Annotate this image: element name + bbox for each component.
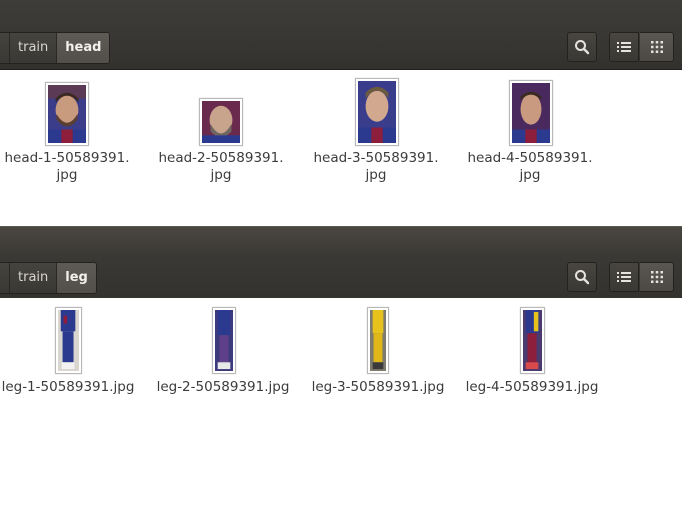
path-crumb-train[interactable]: train [10,263,58,293]
search-icon [575,270,590,285]
search-button[interactable] [567,32,597,62]
grid-view-button[interactable] [640,262,674,292]
file-name-ext: jpg [210,167,232,183]
file-manager-window-leg: train leg leg-1-50589391.jpg leg-2-50589… [0,226,682,522]
file-name-ext: jpg [56,167,78,183]
file-name: leg-3-50589391.jpg [311,379,445,395]
path-crumb-head[interactable]: head [57,33,110,63]
file-name: leg-4-50589391.jpg [465,379,599,395]
file-name: leg-2-50589391.jpg [156,379,290,395]
file-name-ext: jpg [365,167,387,183]
leg-photo-icon [367,307,389,374]
face-photo-icon [509,80,553,146]
grid-view-icon [650,41,663,53]
leg-photo-icon [55,307,82,374]
file-name: head-2-50589391. [158,150,284,166]
path-bar: train leg [0,262,97,294]
file-name: head-4-50589391. [467,150,593,166]
file-name: head-3-50589391. [313,150,439,166]
file-name-ext: jpg [519,167,541,183]
face-photo-icon [199,98,243,146]
header-bar: train head [0,0,682,70]
leg-photo-icon [212,307,236,374]
path-crumb-parent[interactable] [0,263,10,293]
header-bar: train leg [0,226,682,299]
file-name: leg-1-50589391.jpg [1,379,135,395]
path-crumb-leg[interactable]: leg [57,263,96,293]
grid-view-button[interactable] [640,32,674,62]
path-crumb-parent[interactable] [0,33,10,63]
file-manager-window-head: train head head-1-50589391. jpg head-2-5… [0,0,682,226]
path-crumb-train[interactable]: train [10,33,58,63]
list-view-icon [617,272,631,282]
face-photo-icon [355,78,399,146]
file-grid: leg-1-50589391.jpg leg-2-50589391.jpg le… [0,298,682,522]
grid-view-icon [650,271,663,283]
face-photo-icon [45,82,89,146]
list-view-button[interactable] [609,32,639,62]
list-view-icon [617,42,631,52]
list-view-button[interactable] [609,262,639,292]
file-name: head-1-50589391. [4,150,130,166]
search-icon [575,40,590,55]
path-bar: train head [0,32,111,64]
search-button[interactable] [567,262,597,292]
file-grid: head-1-50589391. jpg head-2-50589391. jp… [0,70,682,226]
leg-photo-icon [520,307,545,374]
